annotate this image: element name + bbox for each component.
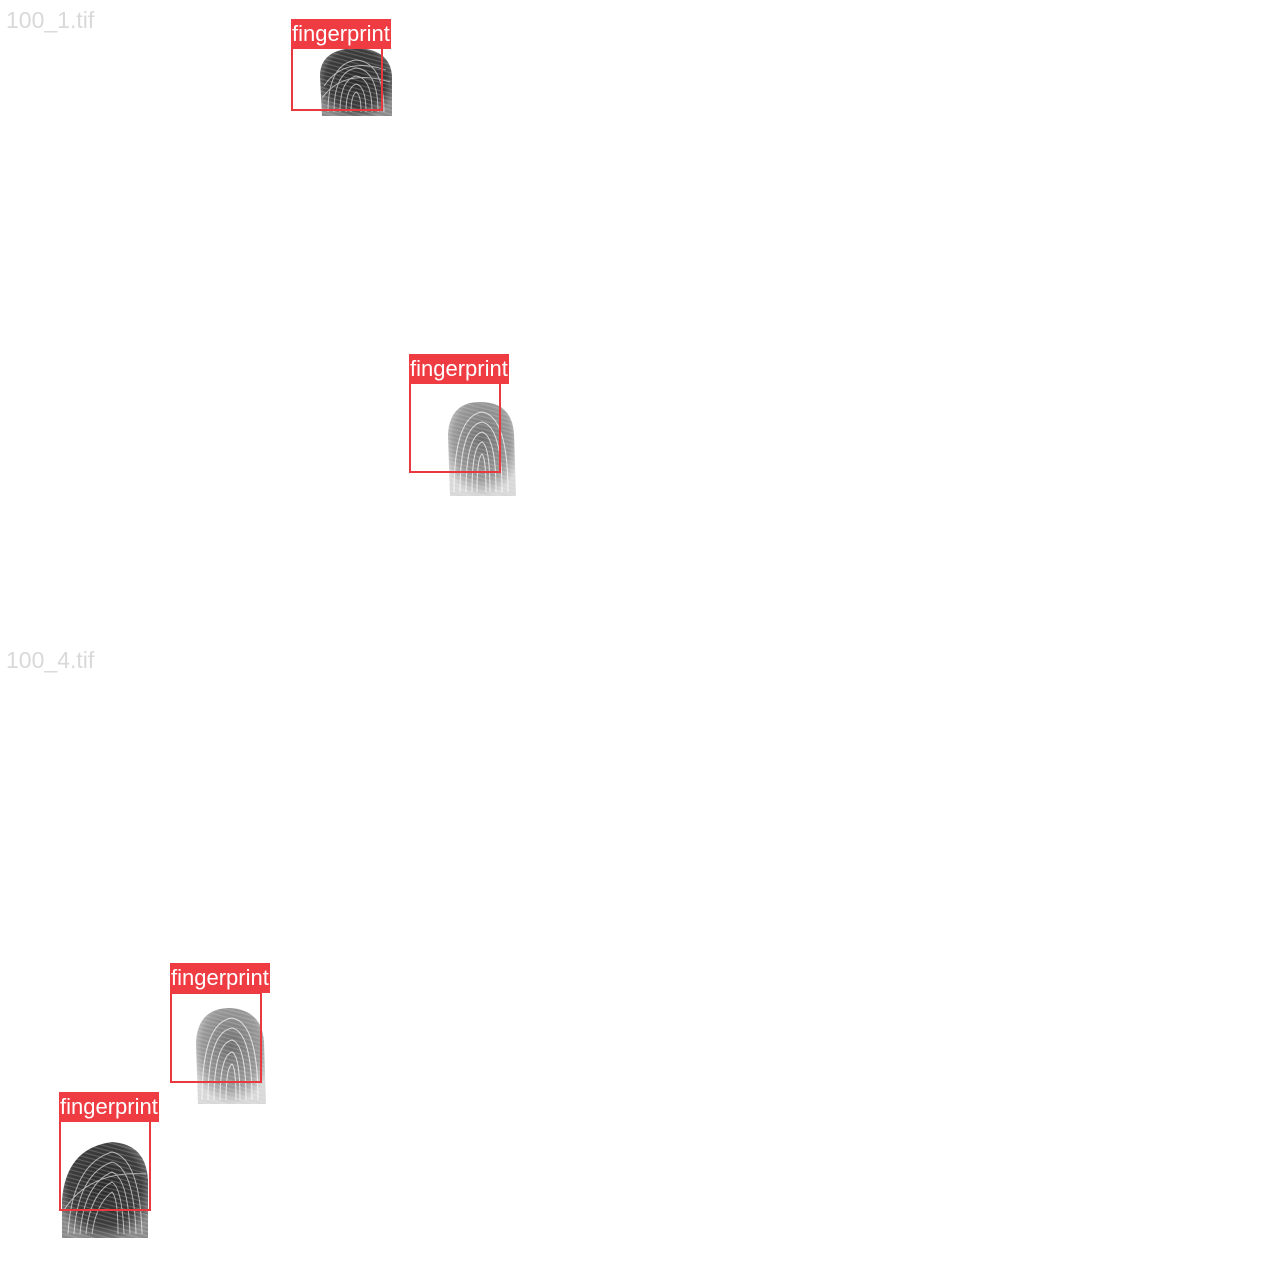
detection-box (170, 992, 262, 1083)
detection-box (59, 1119, 151, 1211)
detection-label: fingerprint (409, 354, 509, 384)
detection-label: fingerprint (291, 19, 391, 49)
detection-box (291, 47, 383, 111)
filename-label: 100_4.tif (6, 647, 95, 673)
image-panel-100-4: 100_4.tif fingerprint fingerprint (0, 640, 1280, 1280)
detection-label: fingerprint (59, 1092, 159, 1122)
filename-label: 100_1.tif (6, 7, 95, 33)
detection-box (409, 381, 501, 473)
detection-label: fingerprint (170, 963, 270, 993)
image-panel-100-1: 100_1.tif fingerprint fingerprint (0, 0, 1280, 640)
